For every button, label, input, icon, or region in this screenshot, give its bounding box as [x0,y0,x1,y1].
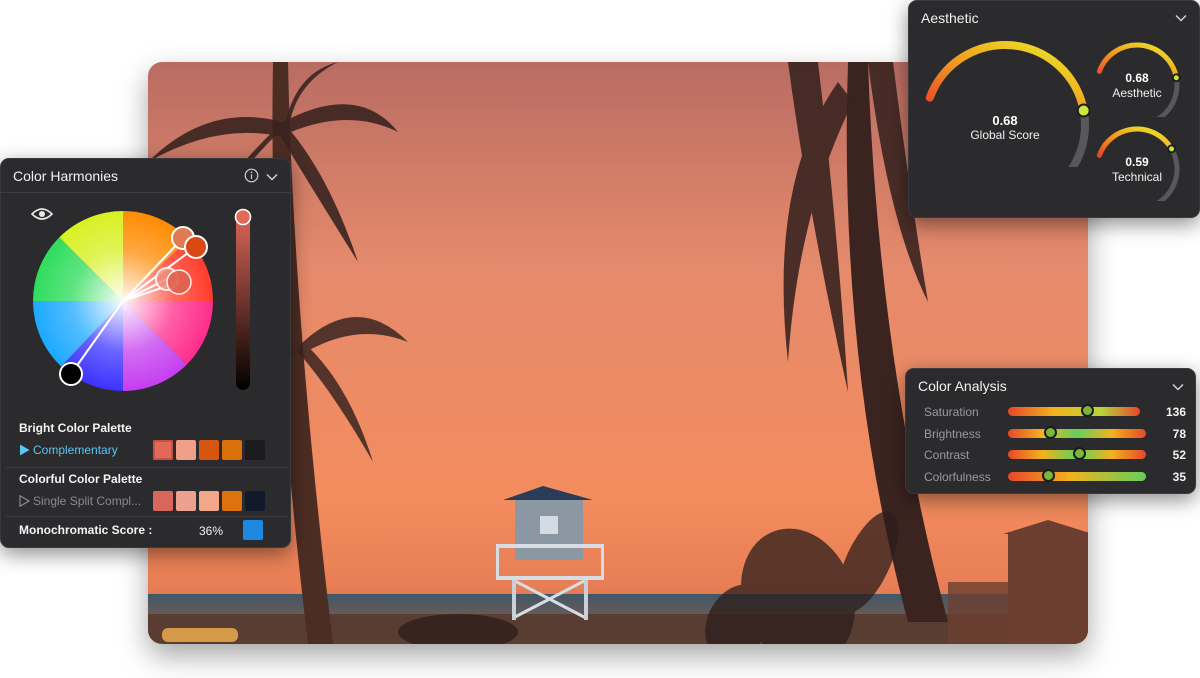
brightness-bar[interactable] [1008,429,1146,438]
divider [5,516,288,517]
bright-palette-swatches [153,440,265,460]
brightness-slider[interactable] [234,207,252,392]
contrast-label: Contrast [924,448,970,462]
info-icon[interactable] [244,168,259,183]
colorful-palette-label: Colorful Color Palette [19,472,143,486]
color-swatch[interactable] [153,440,173,460]
color-swatch[interactable] [199,440,219,460]
technical-score-label: Technical [1111,170,1163,184]
play-icon [20,444,30,456]
colorfulness-label: Colorfulness [924,470,991,484]
color-swatch[interactable] [176,491,196,511]
color-harmonies-panel: Color Harmonies Bright Color Palette Com… [0,158,291,548]
global-score-label: Global Score [970,128,1040,142]
global-score-value: 0.68 [992,113,1018,128]
saturation-value: 136 [1165,405,1186,419]
monochromatic-swatch[interactable] [243,520,263,540]
aesthetic-title: Aesthetic [921,10,979,26]
brightness-value: 78 [1172,427,1186,441]
color-swatch[interactable] [222,491,242,511]
aesthetic-score-label: Aesthetic [1112,86,1162,100]
chevron-down-icon[interactable] [266,173,278,181]
aesthetic-score-value: 0.68 [1125,71,1149,85]
color-analysis-panel: Color Analysis Saturation 136 Brightness… [905,368,1196,494]
monochromatic-score-value: 36% [199,524,224,538]
color-swatch[interactable] [176,440,196,460]
color-swatch[interactable] [245,491,265,511]
gauge-knob [1167,144,1177,154]
brightness-label: Brightness [924,427,981,441]
color-swatch[interactable] [222,440,242,460]
play-icon [19,495,30,507]
gauge-fill [925,41,1088,115]
color-wheel[interactable] [31,209,216,394]
divider [1,192,290,193]
color-swatch[interactable] [245,440,265,460]
saturation-bar[interactable] [1008,407,1140,416]
saturation-label: Saturation [924,405,979,419]
colorful-palette-mode[interactable]: Single Split Compl... [19,494,141,508]
colorful-palette-mode-label: Single Split Compl... [33,494,142,508]
monochromatic-score-label: Monochromatic Score : [19,523,153,537]
gauge-fill [1096,126,1175,158]
color-harmonies-title: Color Harmonies [13,168,119,184]
technical-score-gauge: 0.59 Technical [1089,121,1185,207]
saturation-knob[interactable] [1080,404,1094,417]
color-swatch[interactable] [199,491,219,511]
color-swatch[interactable] [153,491,173,511]
aesthetic-score-gauge: 0.68 Aesthetic [1089,37,1185,123]
colorfulness-value: 35 [1172,470,1186,484]
colorfulness-row: Colorfulness 35 [924,468,1186,486]
technical-score-value: 0.59 [1125,155,1149,169]
chevron-down-icon[interactable] [1172,383,1184,391]
contrast-row: Contrast 52 [924,446,1186,464]
bright-palette-mode[interactable]: Complementary [19,443,118,457]
colorfulness-bar[interactable] [1008,472,1146,481]
bright-palette-mode-label: Complementary [33,443,118,457]
bright-palette-label: Bright Color Palette [19,421,132,435]
colorful-palette-swatches [153,491,265,511]
divider [5,467,288,468]
chevron-down-icon[interactable] [1175,14,1187,22]
brightness-row: Brightness 78 [924,425,1186,443]
global-score-gauge: 0.68 Global Score [915,37,1095,199]
color-analysis-title: Color Analysis [918,378,1007,394]
aesthetic-panel: Aesthetic 0.68 Global Score 0.68 Aesthet… [908,0,1200,218]
colorfulness-knob[interactable] [1041,469,1055,482]
saturation-row: Saturation 136 [924,403,1186,421]
contrast-value: 52 [1172,448,1186,462]
